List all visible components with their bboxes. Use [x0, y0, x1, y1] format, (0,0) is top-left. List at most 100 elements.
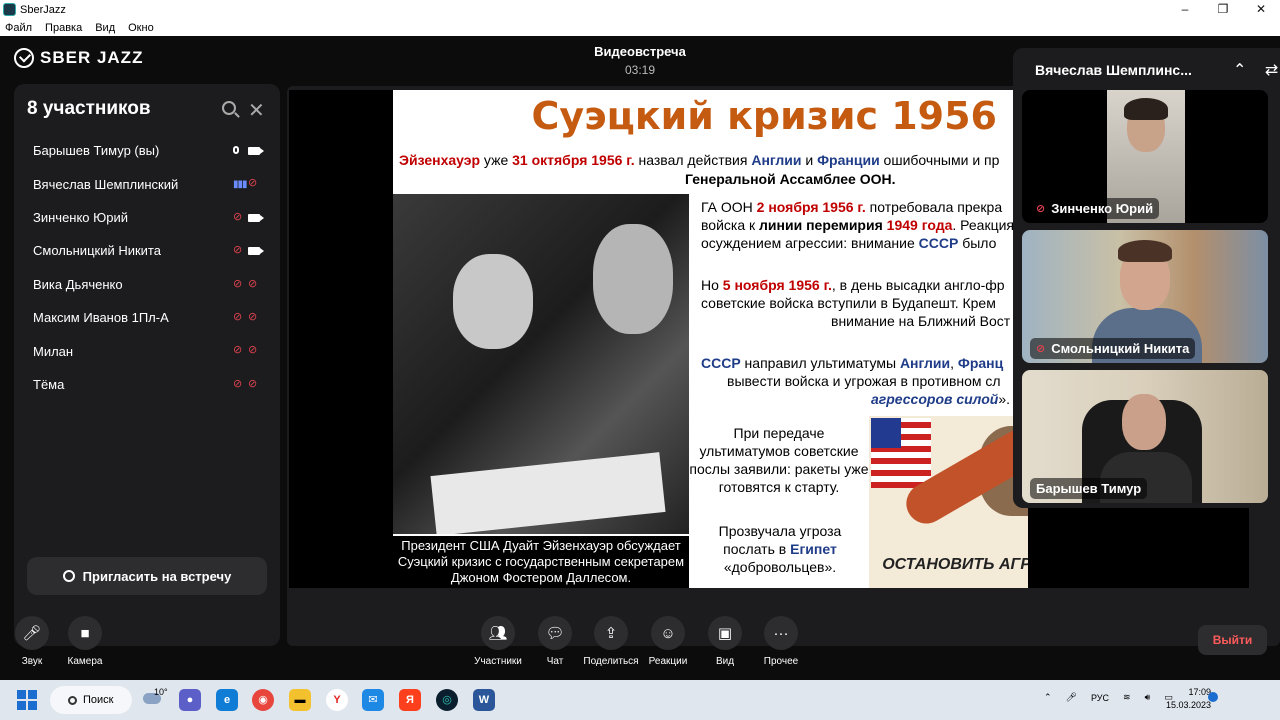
reactions-control[interactable]: ☺ Реакции: [638, 616, 698, 667]
participants-label: Участники: [474, 656, 522, 667]
system-tray: ⌃ 🎤︎ РУС ≋ 🔊︎ ▭: [1044, 692, 1173, 703]
chevron-up-icon[interactable]: ⌃: [1233, 62, 1246, 79]
microphone-icon: 🎤︎: [15, 616, 49, 650]
yandex-browser-icon[interactable]: Y: [326, 689, 348, 711]
camera-control[interactable]: ■ Камера: [55, 616, 115, 667]
more-label: Прочее: [763, 656, 799, 667]
participant-row[interactable]: Барышев Тимур (вы): [14, 134, 280, 167]
language-indicator[interactable]: РУС: [1091, 693, 1109, 703]
maximize-button[interactable]: ❐: [1204, 0, 1242, 19]
chevron-up-icon[interactable]: ⌃: [1044, 692, 1052, 703]
participant-row[interactable]: Зинченко Юрий ⊘: [14, 201, 280, 234]
slide-paragraph-5: Прозвучала угроза послать в Египет «добр…: [718, 523, 842, 575]
taskbar-search-label: Поиск: [83, 694, 114, 706]
close-icon[interactable]: ✕: [248, 98, 265, 123]
microphone-icon[interactable]: 🎤︎: [1066, 692, 1077, 703]
camera-on-icon: [248, 213, 264, 222]
mic-off-icon: ⊘: [233, 244, 243, 257]
file-explorer-icon[interactable]: ▬: [289, 689, 311, 711]
close-window-button[interactable]: ✕: [1242, 0, 1280, 19]
mail-icon[interactable]: ✉: [362, 689, 384, 711]
panel-controls: ⌃ ⇄: [1233, 60, 1278, 80]
minimize-button[interactable]: –: [1166, 0, 1204, 19]
taskbar-search[interactable]: Поиск: [50, 686, 132, 714]
menu-window[interactable]: Окно: [128, 22, 154, 34]
video-tile[interactable]: Барышев Тимур: [1022, 370, 1268, 503]
menu-file[interactable]: Файл: [5, 22, 32, 34]
slide-title: Суэцкий кризис 1956 г.: [531, 94, 1029, 138]
participant-row[interactable]: Тёма ⊘ ⊘: [14, 368, 280, 401]
presentation-slide: Суэцкий кризис 1956 г. Эйзенхауэр уже 31…: [393, 90, 1028, 588]
slide-paragraph-4: При передаче ультиматумов советские посл…: [689, 425, 869, 495]
video-tile[interactable]: ⊘ Зинченко Юрий: [1022, 90, 1268, 223]
view-label: Вид: [715, 656, 735, 667]
slide-paragraph-3: СССР направил ультиматумы Англии, Франц …: [701, 355, 1010, 407]
camera-off-icon: ⊘: [248, 277, 258, 290]
sberjazz-taskbar-icon[interactable]: ◎: [436, 689, 458, 711]
mic-off-icon: ⊘: [233, 310, 243, 323]
mic-off-icon: ⊘: [233, 344, 243, 357]
propaganda-poster: ОСТАНОВИТЬ АГРЕССОРА!: [869, 416, 1028, 588]
slide-intro-line2: Генеральной Ассамблее ООН.: [685, 171, 896, 187]
word-icon[interactable]: W: [473, 689, 495, 711]
more-control[interactable]: ··· Прочее: [751, 616, 811, 667]
reactions-label: Реакции: [648, 656, 688, 667]
view-control[interactable]: ▣ Вид: [695, 616, 755, 667]
mic-off-icon: ⊘: [233, 377, 243, 390]
participant-name: Милан: [33, 343, 74, 359]
participant-list: Барышев Тимур (вы) Вячеслав Шемплинский …: [14, 134, 280, 401]
weather-temp: 10°: [154, 687, 168, 697]
camera-on-icon: [248, 247, 264, 256]
chrome-icon[interactable]: ◉: [252, 689, 274, 711]
people-icon: 👥︎: [481, 616, 515, 650]
swap-layout-icon[interactable]: ⇄: [1265, 62, 1278, 79]
menu-view[interactable]: Вид: [95, 22, 115, 34]
mic-off-icon: ⊘: [1036, 203, 1046, 215]
participants-control[interactable]: 👥︎ Участники: [463, 616, 533, 667]
tile-name: Зинченко Юрий: [1051, 201, 1154, 216]
tile-name: Смольницкий Никита: [1051, 341, 1190, 356]
slide-intro-line: Эйзенхауэр уже 31 октября 1956 г. назвал…: [399, 152, 1000, 168]
invite-button[interactable]: Пригласить на встречу: [27, 557, 267, 595]
smile-icon: ☺: [651, 616, 685, 650]
participant-row[interactable]: Вика Дьяченко ⊘ ⊘: [14, 268, 280, 301]
window-title: SberJazz: [20, 3, 66, 16]
share-control[interactable]: ⇪ Поделиться: [576, 616, 646, 667]
app-icon: [3, 3, 16, 16]
chat-icon: 💬︎: [538, 616, 572, 650]
participant-row[interactable]: Милан ⊘ ⊘: [14, 334, 280, 367]
edge-icon[interactable]: e: [216, 689, 238, 711]
participant-row[interactable]: Смольницкий Никита ⊘: [14, 234, 280, 267]
yandex-icon[interactable]: Я: [399, 689, 421, 711]
mic-off-icon: ⊘: [233, 277, 243, 290]
camera-off-icon: ⊘: [248, 344, 258, 357]
wifi-icon[interactable]: ≋: [1123, 692, 1131, 703]
participant-row[interactable]: Максим Иванов 1Пл-А ⊘ ⊘: [14, 301, 280, 334]
participant-name: Максим Иванов 1Пл-А: [33, 310, 169, 326]
poster-slogan: ОСТАНОВИТЬ АГРЕССОРА!: [882, 556, 1028, 573]
mic-off-icon: ⊘: [1036, 343, 1046, 355]
add-person-icon: [62, 570, 75, 582]
chat-label: Чат: [546, 656, 564, 667]
teams-icon[interactable]: ●: [179, 689, 201, 711]
video-tile[interactable]: ⊘ Смольницкий Никита: [1022, 230, 1268, 363]
participant-name: Тёма: [33, 376, 65, 392]
search-icon: [68, 695, 77, 705]
slide-paragraph-2: Но 5 ноября 1956 г., в день высадки англ…: [701, 277, 1011, 329]
camera-label: Камера: [67, 656, 103, 667]
search-icon[interactable]: [222, 101, 236, 115]
weather-widget[interactable]: 10°: [143, 687, 168, 704]
volume-icon[interactable]: 🔊︎: [1145, 692, 1151, 703]
participant-name: Барышев Тимур (вы): [33, 143, 160, 159]
more-icon: ···: [764, 616, 798, 650]
speaking-icon: ▮▮▮: [233, 179, 248, 191]
windows-start-icon[interactable]: [17, 690, 37, 710]
slide-paragraph-1: ГА ООН 2 ноября 1956 г. потребовала прек…: [701, 199, 1015, 251]
active-speaker-name[interactable]: Вячеслав Шемплинс...: [1035, 62, 1192, 78]
participant-row[interactable]: Вячеслав Шемплинский ▮▮▮ ⊘: [14, 167, 280, 200]
clock[interactable]: 17:09 15.03.2023: [1166, 686, 1211, 712]
menu-edit[interactable]: Правка: [45, 22, 82, 34]
mic-control[interactable]: 🎤︎ Звук: [2, 616, 62, 667]
leave-button[interactable]: Выйти: [1198, 625, 1267, 655]
notification-badge[interactable]: [1208, 692, 1218, 702]
